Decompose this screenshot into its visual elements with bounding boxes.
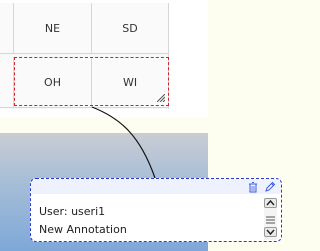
grid-cell-ne[interactable]: NE (14, 3, 92, 54)
scroll-thumb[interactable] (266, 211, 275, 224)
grid-cell-blank-top[interactable] (0, 3, 14, 54)
scroll-up-button[interactable] (264, 198, 277, 208)
annotation-user: User: useri1 (39, 205, 106, 218)
cell-label: NE (44, 21, 61, 35)
grid-cell-sd[interactable]: SD (92, 3, 169, 54)
annotation-toolbar (31, 179, 281, 194)
pencil-icon[interactable] (264, 181, 276, 193)
chevron-up-icon (266, 199, 275, 206)
grid-panel: NE SD OH WI (0, 0, 208, 117)
grip-lines-icon (266, 216, 275, 224)
resize-grip-icon[interactable] (157, 94, 165, 102)
grid-cell-blank-bottom[interactable] (0, 57, 14, 108)
chevron-down-icon (266, 229, 275, 236)
cell-label: SD (122, 21, 138, 35)
scroll-down-button[interactable] (264, 227, 277, 237)
annotation-scrollbar[interactable] (264, 198, 277, 240)
annotation-text[interactable]: New Annotation (39, 223, 127, 236)
annotation-selection-box[interactable] (14, 57, 169, 106)
trash-icon[interactable] (247, 181, 259, 193)
annotation-note[interactable]: User: useri1 New Annotation (30, 178, 282, 242)
